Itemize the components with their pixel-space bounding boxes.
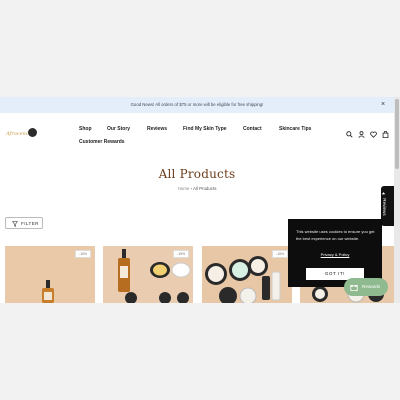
filter-icon (12, 221, 18, 227)
discount-badge: -15% (272, 250, 288, 258)
logo-head-icon (28, 128, 37, 137)
filter-button[interactable]: FILTER (5, 217, 43, 229)
wishlist-icon[interactable] (370, 131, 377, 138)
breadcrumb: Home › All Products (0, 186, 394, 191)
breadcrumb-separator: › (190, 186, 192, 191)
product-card[interactable]: -15% (5, 246, 95, 303)
gift-icon (350, 285, 358, 291)
reviews-tab-label: ★ Reviews (382, 192, 387, 216)
cookie-text: This website uses cookies to ensure you … (296, 229, 375, 241)
nav-customer-rewards[interactable]: Customer Rewards (79, 139, 125, 145)
breadcrumb-current: All Products (192, 186, 217, 191)
nav-shop[interactable]: Shop (79, 126, 92, 132)
breadcrumb-home[interactable]: Home (178, 186, 190, 191)
nav-our-story[interactable]: Our Story (107, 126, 130, 132)
discount-badge: -15% (75, 250, 91, 258)
rewards-button[interactable]: Rewards (344, 278, 388, 296)
filter-label: FILTER (21, 221, 39, 226)
scrollbar-thumb[interactable] (395, 99, 399, 169)
nav-contact[interactable]: Contact (243, 126, 262, 132)
page-title: All Products (158, 167, 236, 181)
reviews-tab[interactable]: ★ Reviews (381, 186, 394, 226)
search-icon[interactable] (346, 131, 353, 138)
product-card[interactable]: -15% (202, 246, 292, 303)
logo[interactable]: Afrocenchix (6, 128, 38, 140)
page: Good News! All orders of $75 or more wil… (0, 97, 394, 303)
account-icon[interactable] (358, 131, 365, 138)
product-card[interactable]: -15% (103, 246, 193, 303)
discount-badge: -15% (173, 250, 189, 258)
announcement-text: Good News! All orders of $75 or more wil… (130, 102, 264, 107)
announcement-bar: Good News! All orders of $75 or more wil… (0, 97, 394, 113)
nav-find-my-skin-type[interactable]: Find My Skin Type (183, 126, 227, 132)
nav-skincare-tips[interactable]: Skincare Tips (279, 126, 311, 132)
cookie-banner: This website uses cookies to ensure you … (288, 219, 382, 287)
close-icon[interactable]: × (379, 97, 387, 113)
privacy-policy-link[interactable]: Privacy & Policy (288, 252, 382, 257)
cart-icon[interactable] (382, 131, 389, 138)
rewards-label: Rewards (362, 284, 381, 289)
nav-reviews[interactable]: Reviews (147, 126, 167, 132)
